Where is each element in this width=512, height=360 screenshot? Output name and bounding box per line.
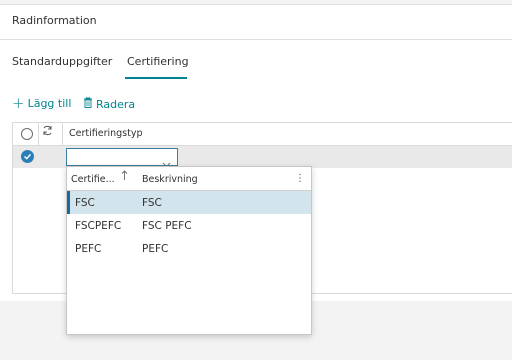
refresh-icon[interactable] — [42, 125, 53, 139]
add-button[interactable]: + Lägg till — [12, 94, 72, 112]
delete-button-label: Radera — [96, 97, 136, 111]
list-item-description: FSC PEFC — [142, 220, 192, 232]
plus-icon: + — [12, 94, 25, 112]
dropdown-header: Certifie... Beskrivning ⋮ — [67, 167, 311, 191]
table-row[interactable] — [13, 146, 512, 168]
list-item-description: FSC — [142, 197, 162, 209]
column-header-certification-type[interactable]: Certifieringstyp — [69, 128, 143, 139]
sort-ascending-icon[interactable] — [121, 170, 128, 184]
list-item[interactable]: PEFC PEFC — [67, 237, 311, 260]
trash-icon — [83, 96, 93, 111]
active-tab-indicator — [125, 77, 187, 79]
select-all-radio[interactable] — [21, 128, 33, 140]
header-divider — [0, 39, 512, 40]
delete-button[interactable]: Radera — [83, 96, 136, 111]
list-item[interactable]: FSC FSC — [67, 191, 311, 214]
dropdown-column-code[interactable]: Certifie... — [71, 174, 115, 185]
tab-standarduppgifter[interactable]: Standarduppgifter — [12, 55, 112, 68]
row-selected-check-icon[interactable] — [21, 150, 34, 163]
grid-header-row: Certifieringstyp — [13, 123, 512, 146]
certification-lookup-dropdown: Certifie... Beskrivning ⋮ FSC FSC FSCPEF… — [66, 166, 312, 335]
list-item[interactable]: FSCPEFC FSC PEFC — [67, 214, 311, 237]
panel-title: Radinformation — [12, 14, 97, 27]
list-item-description: PEFC — [142, 243, 169, 255]
certification-type-select[interactable] — [66, 148, 178, 168]
list-item-code: FSCPEFC — [75, 220, 122, 232]
list-item-code: FSC — [75, 197, 95, 209]
more-options-icon[interactable]: ⋮ — [295, 173, 305, 184]
dropdown-column-description[interactable]: Beskrivning — [142, 174, 198, 185]
list-item-code: PEFC — [75, 243, 102, 255]
tab-certifiering[interactable]: Certifiering — [127, 55, 189, 68]
add-button-label: Lägg till — [27, 97, 72, 110]
